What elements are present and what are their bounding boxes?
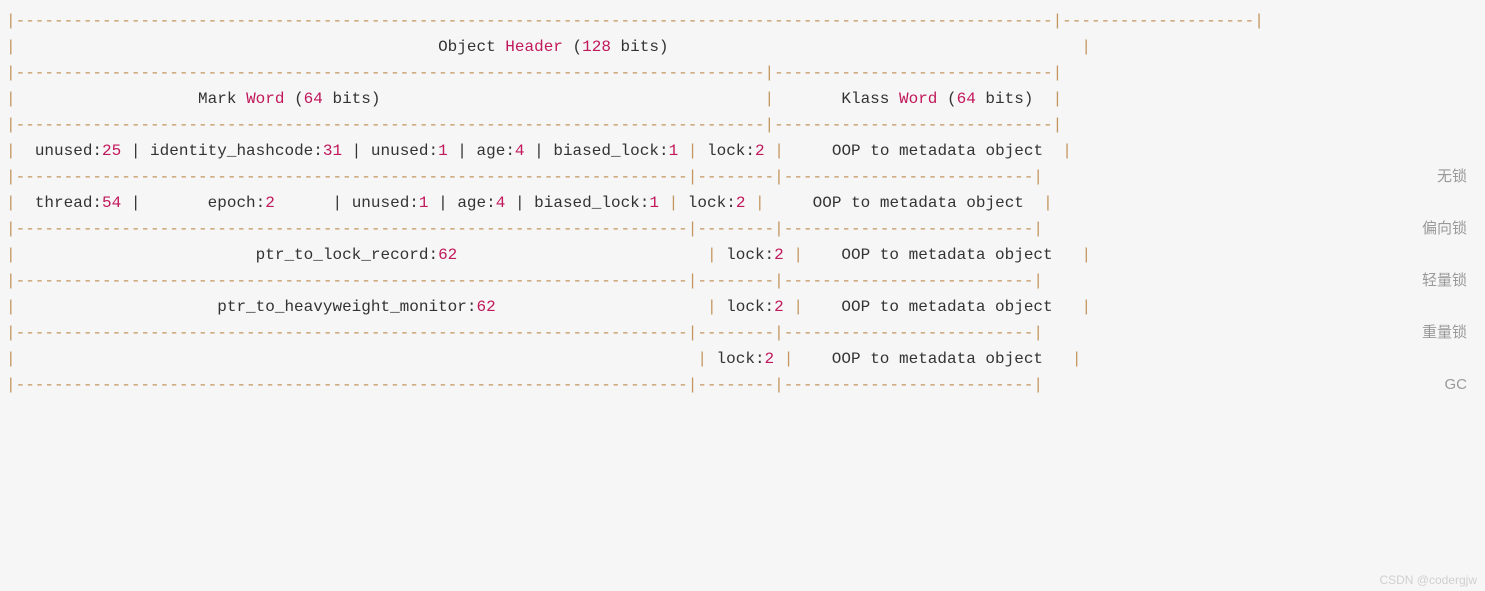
klass-cell: OOP to metadata object [813,194,1024,212]
separator: |---------------------------------------… [6,60,1479,86]
separator: |---------------------------------------… [6,112,1479,138]
separator: |---------------------------------------… [6,320,1479,346]
klass-cell: OOP to metadata object [841,298,1052,316]
row-state-label: 无锁 [1437,164,1467,190]
table-row: | thread:54 | epoch:2 | unused:1 | age:4… [6,190,1479,216]
separator: |---------------------------------------… [6,268,1479,294]
object-header-row: | Object Header (128 bits) | [6,34,1479,60]
mark-word-label: Mark [198,90,246,108]
klass-cell: OOP to metadata object [832,350,1043,368]
table-row: | unused:25 | identity_hashcode:31 | unu… [6,138,1479,164]
table-row: | ptr_to_lock_record:62 | lock:2 | OOP t… [6,242,1479,268]
separator: |---------------------------------------… [6,216,1479,242]
row-state-label: 轻量锁 [1422,268,1467,294]
row-state-label: GC [1445,372,1468,398]
row-state-label: 偏向锁 [1422,216,1467,242]
header-keyword: Header [505,38,563,56]
table-row: | ptr_to_heavyweight_monitor:62 | lock:2… [6,294,1479,320]
row-state-label: 重量锁 [1422,320,1467,346]
separator-top: |---------------------------------------… [6,8,1479,34]
watermark: CSDN @codergjw [1379,573,1477,587]
header-bits: 128 [582,38,611,56]
klass-word-label: Klass [841,90,899,108]
separator: |---------------------------------------… [6,164,1479,190]
table-row: | | lock:2 | OOP to metadata object |GC [6,346,1479,372]
section-row: | Mark Word (64 bits) | Klass Word (64 b… [6,86,1479,112]
object-header-label: Object [438,38,505,56]
klass-cell: OOP to metadata object [832,142,1043,160]
diagram-container: |---------------------------------------… [0,0,1485,406]
separator-bottom: |---------------------------------------… [6,372,1479,398]
klass-cell: OOP to metadata object [841,246,1052,264]
